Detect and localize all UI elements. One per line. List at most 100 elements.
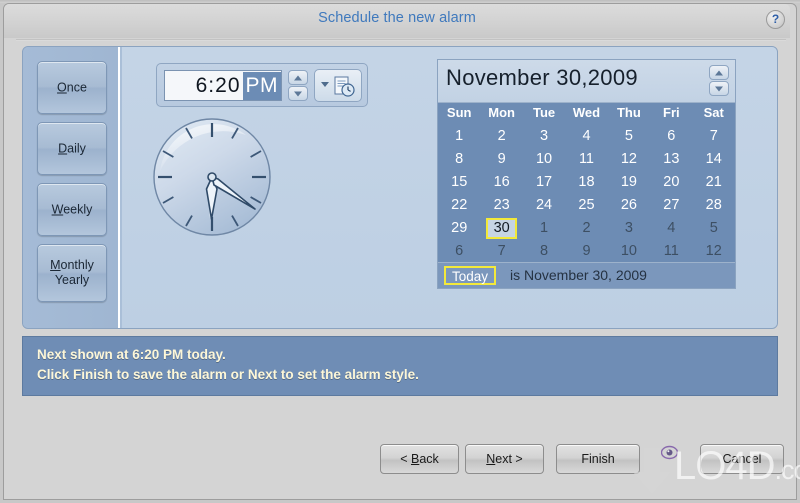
calendar-day-cell[interactable]: 3 — [523, 125, 565, 148]
title-bar: Schedule the new alarm — [4, 4, 790, 41]
calendar-day-cell[interactable]: 24 — [523, 194, 565, 217]
status-message-line-2: Click Finish to save the alarm or Next t… — [37, 367, 419, 382]
today-date-text: is November 30, 2009 — [510, 267, 647, 283]
calendar-week-row: 6 7 8 9 10 11 12 — [438, 240, 735, 263]
yearly-line: Yearly — [54, 273, 90, 287]
time-spinner[interactable] — [288, 70, 308, 101]
time-picker-group: 6:20 PM — [156, 63, 368, 107]
calendar-day-headers: Sun Mon Tue Wed Thu Fri Sat — [438, 102, 735, 123]
calendar-week-row: 22 23 24 25 26 27 28 — [438, 194, 735, 217]
calendar-day-header-sun: Sun — [446, 105, 472, 120]
sidebar-item-daily[interactable]: Daily — [37, 122, 107, 175]
time-spinner-up-button[interactable] — [288, 70, 308, 85]
calendar-day-cell[interactable]: 26 — [608, 194, 650, 217]
calendar-day-cell[interactable]: 11 — [650, 240, 692, 263]
calendar-day-cell[interactable]: 7 — [480, 240, 522, 263]
calendar-day-cell[interactable]: 25 — [565, 194, 607, 217]
calendar-day-cell[interactable]: 5 — [608, 125, 650, 148]
calendar-day-cell[interactable]: 20 — [650, 171, 692, 194]
finish-button[interactable]: Finish — [556, 444, 640, 474]
calendar-day-cell[interactable]: 19 — [608, 171, 650, 194]
calendar-day-selected[interactable]: 30 — [480, 217, 522, 240]
calendar-week-row: 29 30 1 2 3 4 5 — [438, 217, 735, 240]
calendar-day-cell[interactable]: 14 — [693, 148, 735, 171]
calendar-week-row: 15 16 17 18 19 20 21 — [438, 171, 735, 194]
calendar-day-cell[interactable]: 27 — [650, 194, 692, 217]
calendar-week-row: 1234567 — [438, 125, 735, 148]
calendar-day-cell[interactable]: 10 — [523, 148, 565, 171]
calendar-spinner[interactable] — [709, 65, 729, 97]
calendar-day-header-tue: Tue — [532, 105, 556, 120]
chevron-down-icon — [715, 86, 723, 91]
calendar-day-cell[interactable]: 10 — [608, 240, 650, 263]
calendar-widget: November 30,2009 Sun Mon Tue Wed Thu Fri Sat 1… — [437, 59, 736, 289]
calendar-day-header-mon: Mon — [488, 105, 515, 120]
calendar-day-header-wed: Wed — [572, 105, 601, 120]
calendar-day-cell[interactable]: 3 — [608, 217, 650, 240]
calendar-day-cell[interactable]: 11 — [565, 148, 607, 171]
calendar-header: November 30,2009 — [438, 60, 735, 102]
calendar-day-cell[interactable]: 2 — [565, 217, 607, 240]
calendar-day-cell[interactable]: 6 — [650, 125, 692, 148]
calendar-day-cell[interactable]: 28 — [693, 194, 735, 217]
calendar-day-cell[interactable]: 5 — [693, 217, 735, 240]
title-divider — [16, 39, 786, 41]
calendar-day-cell[interactable]: 8 — [438, 148, 480, 171]
calendar-title[interactable]: November 30,2009 — [446, 65, 638, 91]
cancel-button[interactable]: Cancel — [700, 444, 784, 474]
time-preset-dropdown-button[interactable] — [314, 69, 362, 102]
chevron-up-icon — [715, 70, 723, 75]
calendar-day-cell[interactable]: 4 — [650, 217, 692, 240]
calendar-grid: 1 2 3 4 5 6 7 8 9 10 11 12 13 14 15 16 17 18 19 20 21 22 23 24 2… — [438, 123, 735, 264]
next-button[interactable]: Next > — [465, 444, 544, 474]
calendar-day-cell[interactable]: 29 — [438, 217, 480, 240]
calendar-day-cell[interactable]: 12 — [608, 148, 650, 171]
time-spinner-down-button[interactable] — [288, 86, 308, 101]
today-button[interactable]: Today — [444, 266, 497, 285]
calendar-day-cell[interactable]: 16 — [480, 171, 522, 194]
calendar-day-cell[interactable]: 8 — [523, 240, 565, 263]
dialog-window: Schedule the new alarm ? Once Daily Week… — [0, 0, 800, 503]
schedule-type-sidebar: Once Daily Weekly Monthly Yearly — [23, 47, 120, 328]
accel-n: N — [486, 452, 496, 466]
calendar-footer: Today is November 30, 2009 — [438, 262, 735, 288]
chevron-down-icon — [294, 91, 302, 96]
calendar-day-cell[interactable]: 1 — [438, 125, 480, 148]
content-card: Once Daily Weekly Monthly Yearly 6:20 PM… — [22, 46, 778, 329]
calendar-day-cell[interactable]: 15 — [438, 171, 480, 194]
calendar-day-number: 30 — [493, 220, 510, 236]
calendar-day-cell[interactable]: 21 — [693, 171, 735, 194]
calendar-day-cell[interactable]: 9 — [480, 148, 522, 171]
calendar-day-cell[interactable]: 13 — [650, 148, 692, 171]
sidebar-item-monthly-yearly[interactable]: Monthly Yearly — [37, 244, 107, 302]
calendar-day-cell[interactable]: 4 — [565, 125, 607, 148]
calendar-day-cell[interactable]: 22 — [438, 194, 480, 217]
status-message-line-1: Next shown at 6:20 PM today. — [37, 347, 226, 362]
calendar-spinner-up-button[interactable] — [709, 65, 729, 80]
status-message-panel: Next shown at 6:20 PM today. Click Finis… — [22, 336, 778, 396]
time-input[interactable]: 6:20 PM — [164, 70, 282, 101]
calendar-day-header-thu: Thu — [616, 105, 641, 120]
sidebar-item-weekly-label: Weekly — [51, 202, 93, 216]
calendar-day-cell[interactable]: 23 — [480, 194, 522, 217]
time-meridiem[interactable]: PM — [242, 71, 281, 100]
calendar-day-cell[interactable]: 18 — [565, 171, 607, 194]
calendar-day-cell[interactable]: 12 — [693, 240, 735, 263]
calendar-day-cell[interactable]: 2 — [480, 125, 522, 148]
calendar-day-cell[interactable]: 1 — [523, 217, 565, 240]
calendar-day-cell[interactable]: 6 — [438, 240, 480, 263]
sidebar-item-once-label: Once — [57, 80, 87, 94]
accel-d: D — [58, 141, 68, 155]
calendar-day-cell[interactable]: 7 — [693, 125, 735, 148]
calendar-day-cell[interactable]: 9 — [565, 240, 607, 263]
calendar-spinner-down-button[interactable] — [709, 81, 729, 96]
calendar-day-cell[interactable]: 17 — [523, 171, 565, 194]
help-button[interactable]: ? — [766, 10, 785, 29]
calendar-day-header-fri: Fri — [663, 105, 680, 120]
back-button[interactable]: < Back — [380, 444, 459, 474]
schedule-main-panel: 6:20 PM November 30,2009 Sun Mon Tue Wed… — [122, 47, 777, 328]
sidebar-item-weekly[interactable]: Weekly — [37, 183, 107, 236]
accel-w: W — [51, 202, 64, 216]
sidebar-item-once[interactable]: Once — [37, 61, 107, 114]
chevron-up-icon — [294, 75, 302, 80]
